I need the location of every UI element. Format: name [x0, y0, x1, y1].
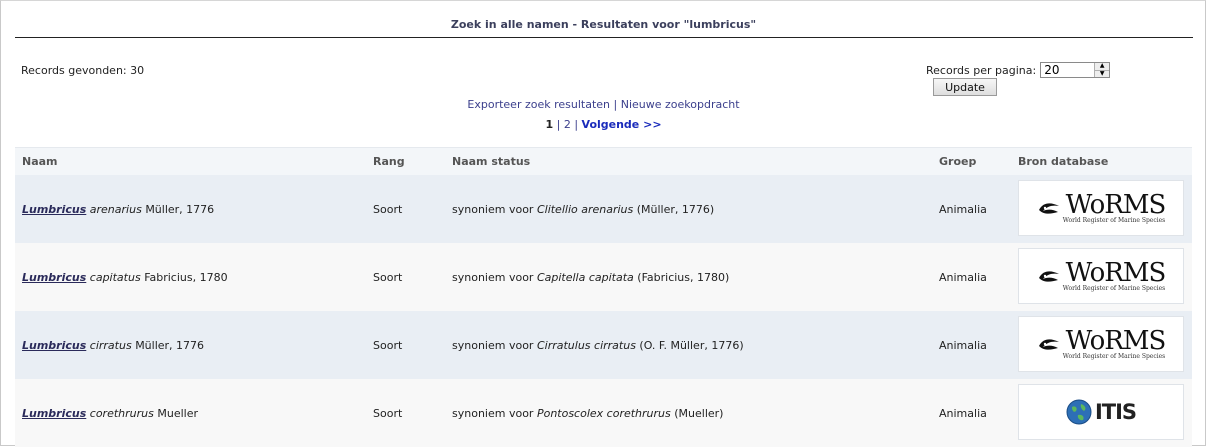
worm-icon: [1038, 271, 1059, 282]
accepted-taxon: Pontoscolex corethrurus: [536, 406, 671, 420]
link-separator: |: [613, 98, 618, 111]
col-header-status[interactable]: Naam status: [452, 155, 530, 168]
name-status: synoniem voor Clitellio arenarius (Mülle…: [452, 203, 714, 216]
accepted-author: (Müller, 1776): [636, 202, 715, 216]
pager-separator: |: [574, 118, 579, 131]
status-prefix: synoniem voor: [452, 202, 534, 216]
pagination: 1 | 2 | Volgende >>: [15, 118, 1192, 131]
worms-logo-subtext: World Register of Marine Species: [1062, 352, 1166, 360]
table-header: Naam Rang Naam status Groep Bron databas…: [15, 147, 1192, 175]
taxon-rank: Soort: [373, 338, 403, 352]
globe-icon: [1066, 399, 1092, 425]
page-title: Zoek in alle namen - Resultaten voor "lu…: [450, 18, 757, 31]
accepted-taxon: Clitellio arenarius: [536, 202, 634, 216]
species-epithet: arenarius: [89, 202, 142, 216]
taxon-rank: Soort: [373, 406, 403, 420]
worms-logo[interactable]: WoRMS World Register of Marine Species: [1018, 316, 1184, 372]
accepted-taxon: Capitella capitata: [536, 270, 634, 284]
results-table: Naam Rang Naam status Groep Bron databas…: [15, 147, 1192, 447]
current-page: 1: [545, 118, 554, 131]
stepper-arrows: ▲ ▼: [1094, 63, 1110, 78]
taxon-name: Lumbricus cirratus Müller, 1776: [22, 339, 204, 352]
worms-logo-text: WoRMS: [1065, 325, 1167, 356]
records-found-count: Records gevonden: 30: [21, 64, 145, 77]
worms-logo-subtext: World Register of Marine Species: [1062, 284, 1166, 292]
taxon-name: Lumbricus corethrurus Mueller: [22, 407, 198, 420]
species-epithet: cirratus: [89, 338, 132, 352]
species-epithet: corethrurus: [89, 406, 154, 420]
title-divider: [15, 37, 1193, 38]
table-row: Lumbricus arenarius Müller, 1776 Soort s…: [15, 175, 1192, 243]
taxon-author: Müller, 1776: [135, 338, 205, 352]
status-prefix: synoniem voor: [452, 270, 534, 284]
action-links: Exporteer zoek resultaten | Nieuwe zoeko…: [15, 98, 1192, 111]
taxon-group: Animalia: [939, 202, 987, 216]
accepted-author: (O. F. Müller, 1776): [639, 338, 744, 352]
worms-logo-mark: WoRMS World Register of Marine Species: [1037, 325, 1167, 360]
pager-separator: |: [556, 118, 561, 131]
accepted-taxon: Cirratulus cirratus: [536, 338, 636, 352]
taxon-group: Animalia: [939, 270, 987, 284]
table-row: Lumbricus cirratus Müller, 1776 Soort sy…: [15, 311, 1192, 379]
col-header-group[interactable]: Groep: [939, 155, 976, 168]
worms-logo[interactable]: WoRMS World Register of Marine Species: [1018, 180, 1184, 236]
taxon-rank: Soort: [373, 202, 403, 216]
records-per-page: Records per pagina: 20 ▲ ▼: [926, 61, 1111, 79]
update-button[interactable]: Update: [933, 78, 997, 96]
genus-link[interactable]: Lumbricus: [22, 407, 86, 420]
itis-logo-mark: ITIS: [1066, 399, 1137, 425]
taxon-group: Animalia: [939, 338, 987, 352]
worms-logo-text: WoRMS: [1065, 189, 1167, 220]
taxon-author: Müller, 1776: [145, 202, 215, 216]
worms-logo-text: WoRMS: [1065, 257, 1167, 288]
taxon-group: Animalia: [939, 406, 987, 420]
col-header-source: Bron database: [1018, 155, 1109, 168]
records-per-page-stepper[interactable]: 20 ▲ ▼: [1040, 62, 1111, 78]
table-row: Lumbricus capitatus Fabricius, 1780 Soor…: [15, 243, 1192, 311]
worm-icon: [1038, 339, 1059, 350]
genus-link[interactable]: Lumbricus: [22, 339, 86, 352]
taxon-author: Fabricius, 1780: [144, 270, 228, 284]
col-header-name[interactable]: Naam: [22, 155, 58, 168]
new-search-link[interactable]: Nieuwe zoekopdracht: [621, 98, 740, 111]
records-per-page-value[interactable]: 20: [1041, 63, 1094, 77]
worms-logo[interactable]: WoRMS World Register of Marine Species: [1018, 248, 1184, 304]
records-per-page-label: Records per pagina:: [926, 63, 1037, 77]
worms-logo-mark: WoRMS World Register of Marine Species: [1037, 257, 1167, 292]
worm-icon: [1038, 203, 1059, 214]
name-status: synoniem voor Capitella capitata (Fabric…: [452, 271, 729, 284]
name-status: synoniem voor Cirratulus cirratus (O. F.…: [452, 339, 744, 352]
species-epithet: capitatus: [89, 270, 141, 284]
accepted-author: (Fabricius, 1780): [637, 270, 730, 284]
export-results-link[interactable]: Exporteer zoek resultaten: [467, 98, 610, 111]
worms-logo-mark: WoRMS World Register of Marine Species: [1037, 189, 1167, 224]
name-status: synoniem voor Pontoscolex corethrurus (M…: [452, 407, 723, 420]
accepted-author: (Mueller): [674, 406, 724, 420]
status-prefix: synoniem voor: [452, 406, 534, 420]
itis-logo-text: ITIS: [1094, 400, 1137, 424]
itis-logo[interactable]: ITIS: [1018, 384, 1184, 440]
genus-link[interactable]: Lumbricus: [22, 203, 86, 216]
stepper-down-icon[interactable]: ▼: [1095, 69, 1110, 78]
taxon-author: Mueller: [157, 406, 198, 420]
taxon-name: Lumbricus capitatus Fabricius, 1780: [22, 271, 228, 284]
table-row: Lumbricus corethrurus Mueller Soort syno…: [15, 379, 1192, 447]
col-header-rank[interactable]: Rang: [373, 155, 405, 168]
taxon-rank: Soort: [373, 270, 403, 284]
page-2-link[interactable]: 2: [564, 118, 571, 131]
taxon-name: Lumbricus arenarius Müller, 1776: [22, 203, 214, 216]
genus-link[interactable]: Lumbricus: [22, 271, 86, 284]
next-page-link[interactable]: Volgende >>: [582, 118, 662, 131]
status-prefix: synoniem voor: [452, 338, 534, 352]
worms-logo-subtext: World Register of Marine Species: [1062, 216, 1166, 224]
